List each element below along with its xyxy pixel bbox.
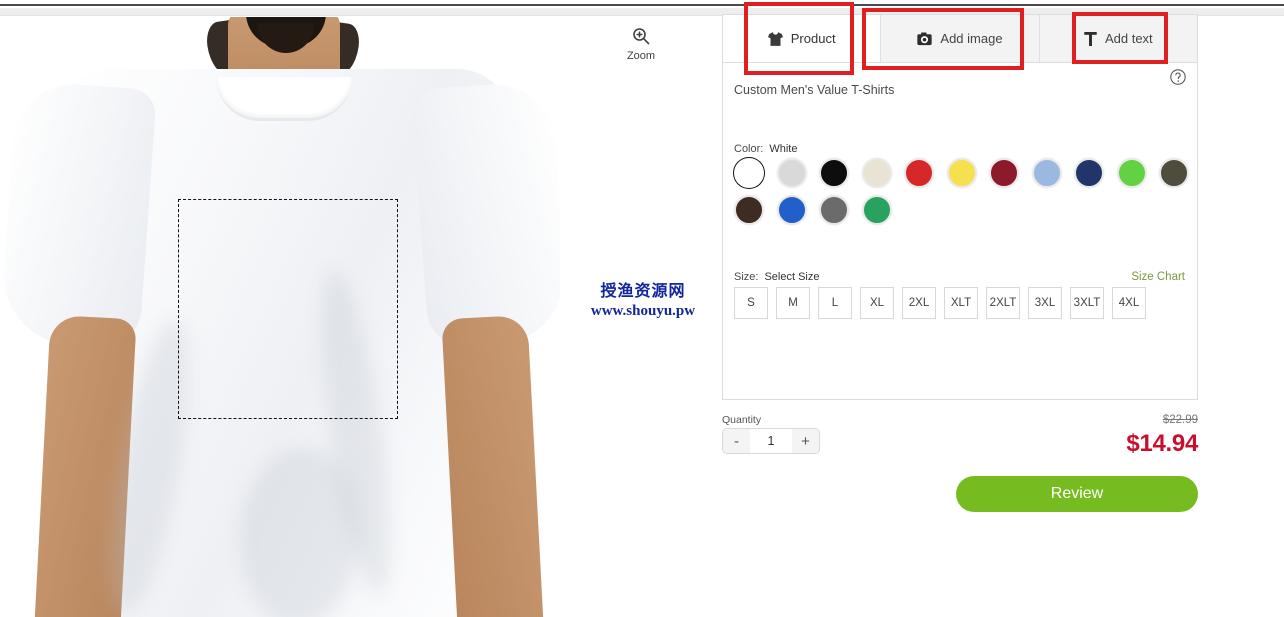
product-title: Custom Men's Value T-Shirts <box>734 83 895 97</box>
color-label-group: Color: White <box>734 143 797 155</box>
camera-icon <box>917 32 933 46</box>
color-swatch[interactable] <box>861 158 892 188</box>
color-swatch[interactable] <box>1074 158 1104 188</box>
color-swatch[interactable] <box>1031 158 1062 188</box>
quantity-increase-button[interactable]: + <box>792 429 819 453</box>
tshirt-sleeve-right <box>411 80 560 350</box>
product-preview-area[interactable] <box>0 17 560 617</box>
color-swatch[interactable] <box>946 158 977 188</box>
color-swatch[interactable] <box>776 158 807 188</box>
tab-add-image[interactable]: Add image <box>881 15 1040 62</box>
design-print-area[interactable] <box>178 199 398 419</box>
size-options-row: S M L XL 2XL XLT 2XLT 3XL 3XLT 4XL <box>734 287 1146 319</box>
customizer-tab-bar: Product Add image Add text <box>722 14 1198 62</box>
tab-add-text-label: Add text <box>1104 31 1153 46</box>
original-price: $22.99 <box>1162 414 1198 426</box>
size-option[interactable]: XLT <box>944 287 978 319</box>
help-question-icon[interactable] <box>1169 68 1187 86</box>
size-option[interactable]: 2XL <box>902 287 936 319</box>
size-label-group: Size: Select Size <box>734 271 820 283</box>
text-t-icon <box>1084 31 1097 46</box>
color-selected-value: White <box>769 143 798 155</box>
color-swatch-row-2 <box>734 195 892 225</box>
zoom-button[interactable]: Zoom <box>620 26 662 62</box>
tshirt-icon <box>767 31 783 46</box>
tab-product-label: Product <box>790 31 836 46</box>
size-option[interactable]: 2XLT <box>986 287 1020 319</box>
current-price: $14.94 <box>1126 430 1198 457</box>
size-chart-link[interactable]: Size Chart <box>1131 271 1185 283</box>
size-option[interactable]: 3XL <box>1028 287 1062 319</box>
color-swatch[interactable] <box>734 158 764 188</box>
quantity-stepper: - 1 + <box>722 428 820 454</box>
product-options-panel: Custom Men's Value T-Shirts Color: White … <box>722 62 1198 400</box>
tab-product[interactable]: Product <box>723 15 882 62</box>
size-option[interactable]: XL <box>860 287 894 319</box>
color-swatch[interactable] <box>989 158 1019 188</box>
tab-add-text[interactable]: Add text <box>1039 15 1197 62</box>
tab-add-image-label: Add image <box>940 31 1003 46</box>
size-option[interactable]: 4XL <box>1112 287 1146 319</box>
browser-chrome-top-border <box>0 0 1284 6</box>
quantity-value[interactable]: 1 <box>750 429 792 453</box>
site-watermark: 授渔资源网 www.shouyu.pw <box>568 282 718 321</box>
quantity-label: Quantity <box>722 414 762 426</box>
model-arm-right <box>441 314 545 617</box>
color-swatch[interactable] <box>819 158 849 188</box>
zoom-in-icon <box>620 26 662 48</box>
quantity-decrease-button[interactable]: - <box>723 429 750 453</box>
watermark-chinese-text: 授渔资源网 <box>600 283 686 300</box>
color-swatch[interactable] <box>1159 158 1189 188</box>
watermark-url-text: www.shouyu.pw <box>590 303 696 319</box>
color-swatch[interactable] <box>1116 158 1147 188</box>
color-label: Color: <box>734 143 764 155</box>
color-swatch-row-1 <box>734 158 1189 188</box>
size-selected-value: Select Size <box>764 271 820 283</box>
review-button[interactable]: Review <box>956 476 1198 512</box>
zoom-label: Zoom <box>626 50 656 62</box>
size-label: Size: <box>734 271 759 283</box>
color-swatch[interactable] <box>904 158 934 188</box>
size-option[interactable]: L <box>818 287 852 319</box>
color-swatch[interactable] <box>819 195 849 225</box>
color-swatch[interactable] <box>734 195 764 225</box>
color-swatch[interactable] <box>861 195 892 225</box>
size-option[interactable]: S <box>734 287 768 319</box>
size-option[interactable]: 3XLT <box>1070 287 1104 319</box>
color-swatch[interactable] <box>776 195 807 225</box>
product-customizer-page: Zoom 授渔资源网 www.shouyu.pw Product Add ima… <box>0 0 1284 617</box>
size-option[interactable]: M <box>776 287 810 319</box>
tshirt-sleeve-left <box>0 80 157 350</box>
